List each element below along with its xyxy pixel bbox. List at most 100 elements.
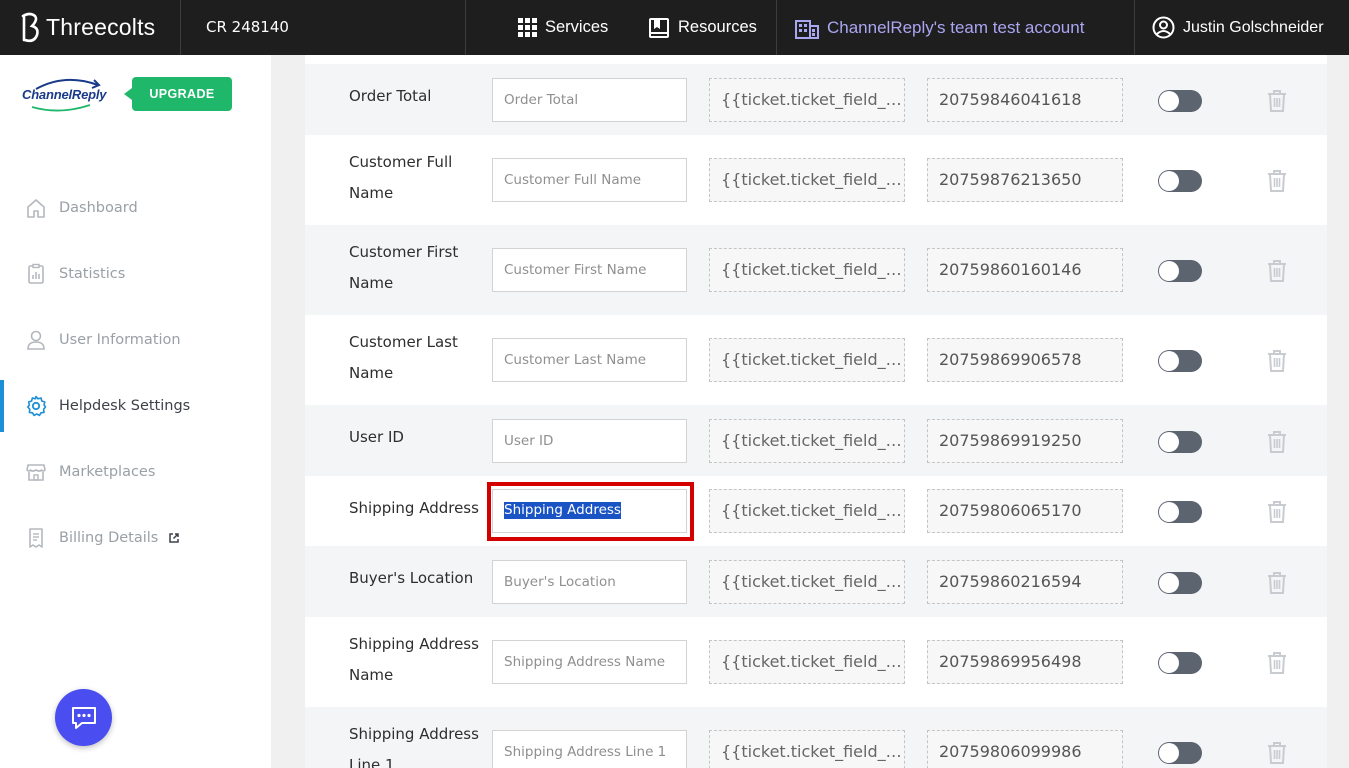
team-account-menu[interactable]: ChannelReply's team test account (795, 0, 1084, 55)
ticket-field-template[interactable]: {{ticket.ticket_field_2... (709, 248, 905, 292)
field-label: Buyer's Location (349, 569, 474, 587)
team-account-label: ChannelReply's team test account (827, 17, 1085, 37)
field-name-input[interactable] (492, 158, 687, 202)
trash-icon[interactable] (1266, 89, 1288, 113)
ticket-field-id[interactable]: 20759869956498 (927, 640, 1123, 684)
trash-icon[interactable] (1266, 500, 1288, 524)
table-row: User ID {{ticket.ticket_field_2... 2075986… (305, 405, 1327, 476)
field-name-input[interactable] (492, 418, 687, 463)
table-row: Customer Full Name {{ticket.ticket_field_… (305, 135, 1327, 225)
table-row: Customer Last Name {{ticket.ticket_field_… (305, 315, 1327, 405)
ticket-field-template[interactable]: {{ticket.ticket_field_2... (709, 559, 905, 604)
ticket-field-template[interactable]: {{ticket.ticket_field_2... (709, 77, 905, 122)
store-icon (25, 461, 47, 483)
trash-icon[interactable] (1266, 430, 1288, 454)
field-label: Shipping Address (349, 498, 479, 517)
divider (465, 0, 466, 55)
building-icon (795, 19, 819, 39)
chat-widget-button[interactable] (55, 689, 112, 746)
sidebar-item-marketplaces[interactable]: Marketplaces (0, 446, 271, 498)
sidebar-item-helpdesk-settings[interactable]: Helpdesk Settings (0, 380, 271, 432)
trash-icon[interactable] (1266, 651, 1288, 675)
sidebar-item-label: User Information (59, 332, 181, 348)
field-name-input[interactable] (492, 489, 687, 533)
field-enable-toggle[interactable] (1158, 501, 1202, 523)
field-enable-toggle[interactable] (1158, 170, 1202, 192)
sidebar-item-label: Marketplaces (59, 464, 156, 480)
sidebar-item-user-information[interactable]: User Information (0, 314, 271, 366)
gear-icon (25, 395, 47, 417)
table-row: Buyer's Location {{ticket.ticket_field_2.… (305, 546, 1327, 617)
threecolts-mark-icon (21, 12, 39, 42)
divider (180, 0, 181, 55)
field-enable-toggle[interactable] (1158, 89, 1202, 112)
services-menu[interactable]: Services (518, 0, 608, 55)
table-row: Shipping Address Shipping Address {{ticket… (305, 476, 1327, 546)
ticket-field-template[interactable]: {{ticket.ticket_field_2... (709, 338, 905, 382)
channelreply-logo[interactable]: ChannelReply (20, 75, 110, 115)
ticket-field-id[interactable]: 20759806099986 (927, 730, 1123, 768)
receipt-icon (25, 527, 47, 549)
ticket-field-id[interactable]: 20759846041618 (927, 77, 1123, 122)
brand-name: Threecolts (46, 14, 156, 40)
table-row-partial (305, 55, 1327, 64)
sidebar-item-statistics[interactable]: Statistics (0, 248, 271, 300)
trash-icon[interactable] (1266, 349, 1288, 373)
logo-text: ChannelReply (22, 87, 107, 102)
top-bar: Threecolts CR 248140 Services Resources (0, 0, 1349, 55)
field-label: Order Total (349, 87, 432, 105)
book-icon (649, 17, 669, 38)
field-name-input[interactable] (492, 640, 687, 684)
trash-icon[interactable] (1266, 169, 1288, 193)
sidebar-item-billing-details[interactable]: Billing Details (0, 512, 271, 564)
trash-icon[interactable] (1266, 259, 1288, 283)
field-label: Customer Full Name (349, 153, 453, 202)
field-enable-toggle[interactable] (1158, 652, 1202, 674)
table-row: Order Total {{ticket.ticket_field_2... 207… (305, 64, 1327, 135)
ticket-field-id[interactable]: 20759860216594 (927, 559, 1123, 604)
divider (1134, 0, 1135, 55)
trash-icon[interactable] (1266, 571, 1288, 595)
ticket-field-template[interactable]: {{ticket.ticket_field_2... (709, 640, 905, 684)
ticket-field-id[interactable]: 20759806065170 (927, 489, 1123, 533)
field-enable-toggle[interactable] (1158, 260, 1202, 282)
sidebar-item-label: Statistics (59, 266, 126, 282)
resources-label: Resources (678, 18, 757, 36)
field-enable-toggle[interactable] (1158, 571, 1202, 594)
field-name-input[interactable] (492, 338, 687, 382)
home-icon (25, 197, 47, 219)
ticket-field-id[interactable]: 20759860160146 (927, 248, 1123, 292)
ticket-field-template[interactable]: {{ticket.ticket_field_2... (709, 730, 905, 768)
ticket-field-template[interactable]: {{ticket.ticket_field_2... (709, 418, 905, 463)
field-name-input[interactable] (492, 77, 687, 122)
field-name-input[interactable] (492, 559, 687, 604)
field-name-input[interactable] (492, 248, 687, 292)
upgrade-button[interactable]: UPGRADE (124, 77, 232, 111)
user-menu[interactable]: Justin Golschneider (1152, 0, 1324, 55)
ticket-field-template[interactable]: {{ticket.ticket_field_2... (709, 489, 905, 533)
field-enable-toggle[interactable] (1158, 430, 1202, 453)
ticket-field-id[interactable]: 20759869919250 (927, 418, 1123, 463)
field-label: Customer Last Name (349, 333, 458, 382)
external-link-icon (169, 533, 180, 543)
field-name-input[interactable] (492, 730, 687, 768)
sidebar: ChannelReply UPGRADE Dashboard Statistic… (0, 55, 271, 768)
field-mapping-table: Order Total {{ticket.ticket_field_2... 207… (305, 55, 1327, 768)
ticket-field-id[interactable]: 20759869906578 (927, 338, 1123, 382)
table-row: Shipping Address Line 1 {{ticket.ticket_f… (305, 707, 1327, 768)
ticket-field-id[interactable]: 20759876213650 (927, 158, 1123, 202)
field-label: Customer First Name (349, 243, 459, 292)
sidebar-item-dashboard[interactable]: Dashboard (0, 182, 271, 234)
threecolts-logo[interactable]: Threecolts (20, 0, 155, 55)
resources-menu[interactable]: Resources (648, 0, 757, 55)
sidebar-item-label: Dashboard (59, 200, 138, 216)
field-enable-toggle[interactable] (1158, 742, 1202, 764)
user-icon (25, 329, 47, 351)
user-circle-icon (1152, 16, 1175, 39)
field-enable-toggle[interactable] (1158, 350, 1202, 372)
divider (776, 0, 777, 55)
account-id: CR 248140 (206, 18, 289, 36)
trash-icon[interactable] (1266, 741, 1288, 765)
ticket-field-template[interactable]: {{ticket.ticket_field_2... (709, 158, 905, 202)
user-name: Justin Golschneider (1183, 18, 1324, 36)
